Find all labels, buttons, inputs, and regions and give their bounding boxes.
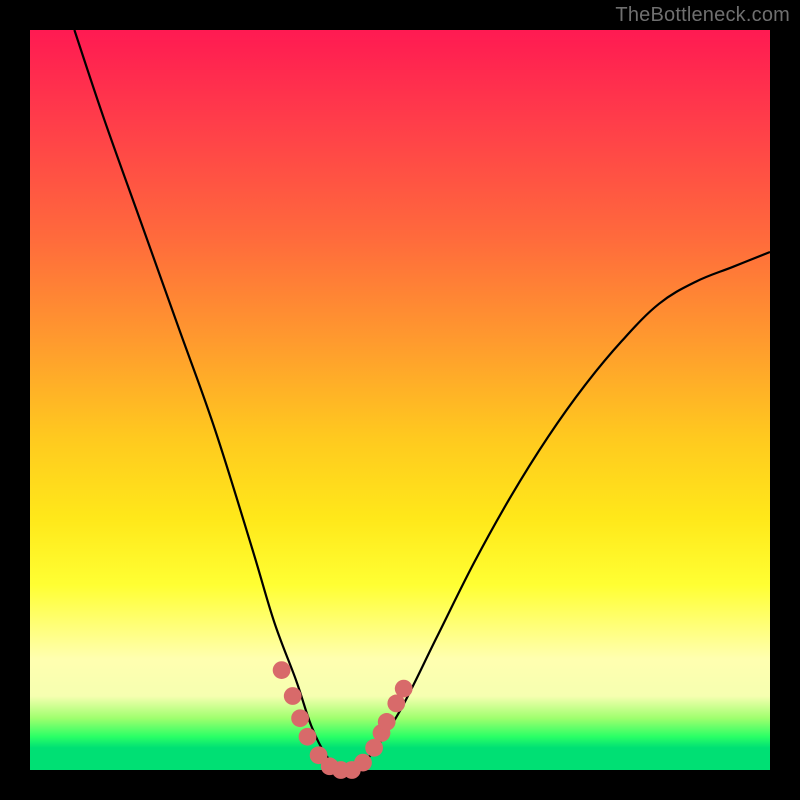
- curve-marker: [273, 661, 291, 679]
- curve-markers: [273, 661, 413, 779]
- curve-marker: [284, 687, 302, 705]
- bottleneck-curve: [74, 30, 770, 772]
- watermark-label: TheBottleneck.com: [615, 4, 790, 27]
- curve-marker: [291, 709, 309, 727]
- curve-marker: [378, 713, 396, 731]
- plot-area: [30, 30, 770, 770]
- curve-marker: [299, 728, 317, 746]
- curve-marker: [395, 680, 413, 698]
- chart-frame: TheBottleneck.com: [0, 0, 800, 800]
- curve-marker: [354, 754, 372, 772]
- curve-layer: [30, 30, 770, 770]
